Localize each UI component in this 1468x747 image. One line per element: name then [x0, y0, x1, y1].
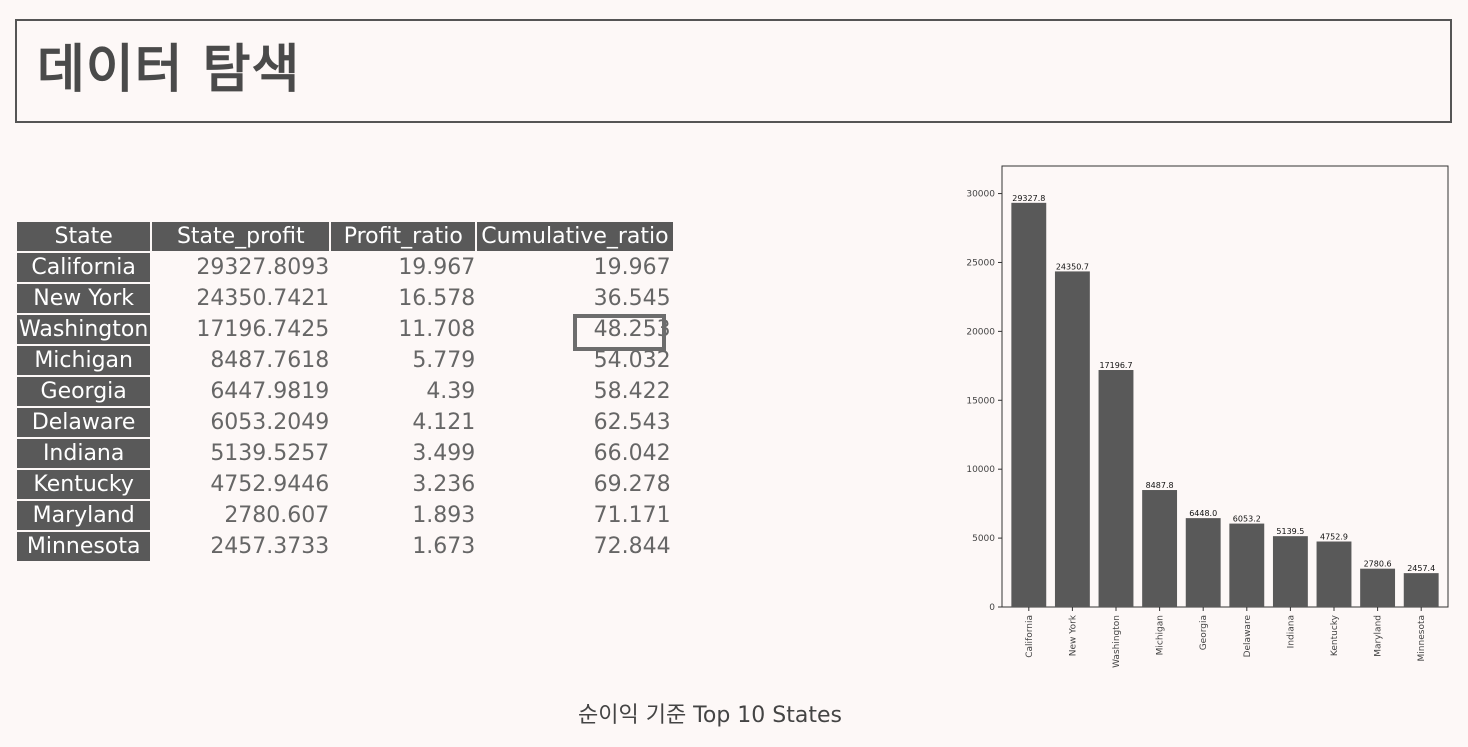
- cell-cum: 69.278: [477, 470, 673, 501]
- cell-state: Kentucky: [17, 470, 153, 501]
- bar-maryland: [1360, 568, 1396, 607]
- cell-ratio: 19.967: [331, 253, 478, 284]
- cell-state: New York: [17, 284, 153, 315]
- bar-value-label: 4752.9: [1320, 532, 1348, 541]
- cell-profit: 6447.9819: [152, 377, 332, 408]
- y-tick-label: 20000: [966, 327, 995, 337]
- x-tick-label: Minnesota: [1417, 615, 1427, 661]
- bar-georgia: [1185, 518, 1221, 607]
- bar-indiana: [1272, 536, 1308, 607]
- chart-svg: 0 5000 10000 15000 20000 25000 30000 29327.8 Cal…: [966, 165, 1449, 668]
- cell-state: Indiana: [17, 439, 153, 470]
- bar-value-label: 6448.0: [1189, 509, 1217, 518]
- x-tick-label: Indiana: [1286, 615, 1296, 648]
- cell-ratio: 4.39: [331, 377, 478, 408]
- cell-cum: 72.844: [477, 532, 673, 563]
- profit-table: State State_profit Profit_ratio Cumulati…: [17, 222, 673, 563]
- bar-washington: [1098, 370, 1134, 607]
- cell-state: Washington: [17, 315, 153, 346]
- chart-caption: 순이익 기준 Top 10 States: [578, 703, 842, 728]
- cell-profit: 29327.8093: [152, 253, 332, 284]
- bar-value-label: 24350.7: [1056, 262, 1089, 271]
- page-title: 데이터 탐색: [37, 40, 301, 100]
- x-tick-label: Michigan: [1156, 615, 1166, 655]
- bar-california: [1011, 202, 1047, 607]
- cell-cum: 36.545: [477, 284, 673, 315]
- cell-profit: 2780.607: [152, 501, 332, 532]
- bar-michigan: [1142, 490, 1178, 607]
- table-row: Delaware 6053.2049 4.121 62.543: [17, 408, 673, 439]
- bar-value-label: 8487.8: [1146, 481, 1174, 490]
- x-tick-label: Maryland: [1374, 615, 1384, 657]
- bar-value-label: 6053.2: [1233, 515, 1261, 524]
- cell-ratio: 5.779: [331, 346, 478, 377]
- cell-ratio: 4.121: [331, 408, 478, 439]
- cell-cum: 66.042: [477, 439, 673, 470]
- cell-state: Georgia: [17, 377, 153, 408]
- bar-new-york: [1054, 271, 1090, 607]
- y-tick-label: 10000: [966, 465, 995, 475]
- cell-ratio: 3.236: [331, 470, 478, 501]
- y-tick-label: 30000: [966, 190, 995, 200]
- table-header-row: State State_profit Profit_ratio Cumulati…: [17, 222, 673, 253]
- cell-ratio: 1.893: [331, 501, 478, 532]
- table-row: Kentucky 4752.9446 3.236 69.278: [17, 470, 673, 501]
- x-tick-label: New York: [1068, 614, 1078, 656]
- bar-delaware: [1229, 523, 1265, 607]
- cell-cum: 58.422: [477, 377, 673, 408]
- x-tick-label: California: [1025, 615, 1035, 658]
- cell-cum: 19.967: [477, 253, 673, 284]
- cell-profit: 5139.5257: [152, 439, 332, 470]
- bar-value-label: 17196.7: [1099, 361, 1132, 370]
- column-header-profit-ratio: Profit_ratio: [331, 222, 478, 253]
- cell-cum: 62.543: [477, 408, 673, 439]
- bar-value-label: 29327.8: [1012, 194, 1045, 203]
- cell-cum: 71.171: [477, 501, 673, 532]
- y-tick-label: 25000: [966, 258, 995, 268]
- title-box: 데이터 탐색: [15, 19, 1452, 123]
- profit-bar-chart: 0 5000 10000 15000 20000 25000 30000 29327.8 Cal…: [940, 160, 1460, 690]
- cell-profit: 24350.7421: [152, 284, 332, 315]
- table-row: Maryland 2780.607 1.893 71.171: [17, 501, 673, 532]
- y-tick-label: 15000: [966, 396, 995, 406]
- cell-profit: 17196.7425: [152, 315, 332, 346]
- table-row: Minnesota 2457.3733 1.673 72.844: [17, 532, 673, 563]
- cell-state: Minnesota: [17, 532, 153, 563]
- x-tick-label: Georgia: [1199, 615, 1209, 650]
- bar-value-label: 2780.6: [1364, 560, 1392, 569]
- x-tick-label: Washington: [1112, 615, 1122, 668]
- bar-value-label: 5139.5: [1276, 527, 1304, 536]
- highlight-box: [573, 314, 666, 351]
- column-header-state: State: [17, 222, 153, 253]
- x-tick-label: Kentucky: [1330, 614, 1340, 656]
- cell-state: Maryland: [17, 501, 153, 532]
- table-row: Georgia 6447.9819 4.39 58.422: [17, 377, 673, 408]
- cell-ratio: 11.708: [331, 315, 478, 346]
- y-tick-label: 0: [989, 603, 995, 613]
- table-row: California 29327.8093 19.967 19.967: [17, 253, 673, 284]
- column-header-state-profit: State_profit: [152, 222, 332, 253]
- cell-profit: 6053.2049: [152, 408, 332, 439]
- table-row: New York 24350.7421 16.578 36.545: [17, 284, 673, 315]
- bar-minnesota: [1403, 573, 1439, 607]
- cell-state: Delaware: [17, 408, 153, 439]
- bar-value-label: 2457.4: [1407, 564, 1435, 573]
- x-tick-label: Delaware: [1243, 615, 1253, 658]
- cell-ratio: 3.499: [331, 439, 478, 470]
- column-header-cumulative-ratio: Cumulative_ratio: [477, 222, 673, 253]
- table-row: Indiana 5139.5257 3.499 66.042: [17, 439, 673, 470]
- cell-profit: 2457.3733: [152, 532, 332, 563]
- cell-ratio: 1.673: [331, 532, 478, 563]
- cell-state: California: [17, 253, 153, 284]
- bar-kentucky: [1316, 541, 1352, 607]
- cell-profit: 8487.7618: [152, 346, 332, 377]
- cell-ratio: 16.578: [331, 284, 478, 315]
- y-tick-label: 5000: [972, 534, 995, 544]
- cell-state: Michigan: [17, 346, 153, 377]
- cell-profit: 4752.9446: [152, 470, 332, 501]
